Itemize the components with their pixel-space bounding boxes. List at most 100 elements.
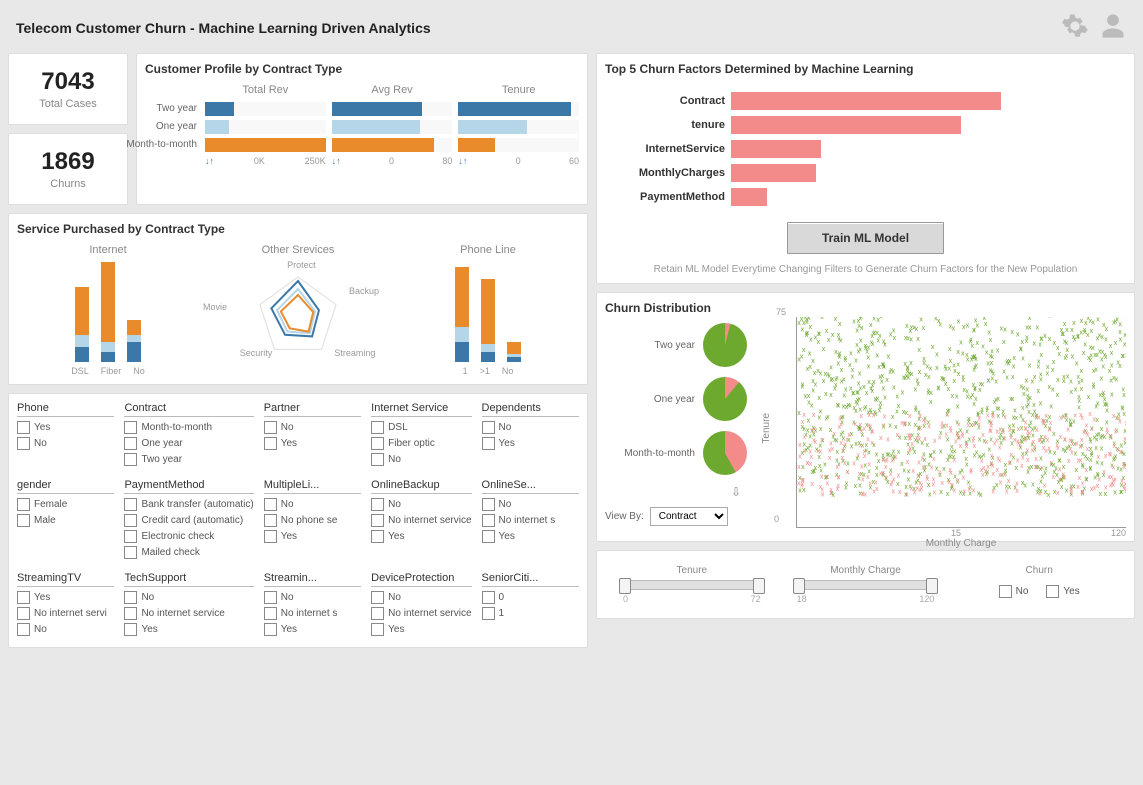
filter-option[interactable]: Month-to-month bbox=[124, 421, 253, 434]
churn-option[interactable]: Yes bbox=[1046, 585, 1079, 598]
filter-option[interactable]: No internet service bbox=[124, 607, 253, 620]
checkbox-icon[interactable] bbox=[371, 530, 384, 543]
filter-option[interactable]: Yes bbox=[17, 421, 114, 434]
filter-option[interactable]: Yes bbox=[482, 437, 579, 450]
checkbox-icon[interactable] bbox=[264, 514, 277, 527]
viewby-select[interactable]: Contract bbox=[650, 507, 728, 526]
filter-option[interactable]: Yes bbox=[264, 530, 361, 543]
filter-option[interactable]: No bbox=[264, 421, 361, 434]
filter-option[interactable]: Credit card (automatic) bbox=[124, 514, 253, 527]
checkbox-icon[interactable] bbox=[124, 453, 137, 466]
checkbox-icon[interactable] bbox=[371, 591, 384, 604]
checkbox-icon[interactable] bbox=[482, 530, 495, 543]
checkbox-icon[interactable] bbox=[17, 591, 30, 604]
filter-option[interactable]: No internet s bbox=[264, 607, 361, 620]
filter-option[interactable]: No bbox=[264, 591, 361, 604]
checkbox-icon[interactable] bbox=[17, 623, 30, 636]
filter-option[interactable]: Yes bbox=[371, 623, 471, 636]
filter-option[interactable]: Yes bbox=[124, 623, 253, 636]
filter-option[interactable]: No internet service bbox=[371, 514, 471, 527]
filter-option[interactable]: No internet s bbox=[482, 514, 579, 527]
filter-option[interactable]: Yes bbox=[371, 530, 471, 543]
filter-option[interactable]: Female bbox=[17, 498, 114, 511]
svg-text:x: x bbox=[840, 367, 844, 374]
checkbox-icon[interactable] bbox=[1046, 585, 1059, 598]
checkbox-icon[interactable] bbox=[17, 607, 30, 620]
checkbox-icon[interactable] bbox=[482, 514, 495, 527]
checkbox-icon[interactable] bbox=[264, 623, 277, 636]
filter-option[interactable]: No bbox=[371, 498, 471, 511]
scatter-tenure-monthly[interactable]: xxxxxxxxxxxxxxxxxxxxxxxxxxxxxxxxxxxxxxxx… bbox=[796, 317, 1126, 528]
checkbox-icon[interactable] bbox=[482, 591, 495, 604]
checkbox-icon[interactable] bbox=[124, 623, 137, 636]
svg-text:x: x bbox=[957, 371, 961, 378]
checkbox-icon[interactable] bbox=[999, 585, 1012, 598]
filter-option[interactable]: Male bbox=[17, 514, 114, 527]
filter-option[interactable]: Yes bbox=[264, 437, 361, 450]
filter-option[interactable]: Fiber optic bbox=[371, 437, 471, 450]
checkbox-icon[interactable] bbox=[371, 514, 384, 527]
filter-option[interactable]: No internet service bbox=[371, 607, 471, 620]
checkbox-icon[interactable] bbox=[482, 498, 495, 511]
train-ml-button[interactable]: Train ML Model bbox=[787, 222, 944, 254]
checkbox-icon[interactable] bbox=[371, 421, 384, 434]
filter-option[interactable]: DSL bbox=[371, 421, 471, 434]
checkbox-icon[interactable] bbox=[124, 421, 137, 434]
checkbox-icon[interactable] bbox=[371, 607, 384, 620]
checkbox-icon[interactable] bbox=[371, 453, 384, 466]
checkbox-icon[interactable] bbox=[17, 421, 30, 434]
checkbox-icon[interactable] bbox=[124, 498, 137, 511]
checkbox-icon[interactable] bbox=[17, 437, 30, 450]
checkbox-icon[interactable] bbox=[124, 530, 137, 543]
checkbox-icon[interactable] bbox=[371, 498, 384, 511]
svg-text:x: x bbox=[1037, 358, 1041, 365]
filter-option[interactable]: No bbox=[371, 591, 471, 604]
settings-icon[interactable] bbox=[1061, 12, 1089, 43]
filter-option[interactable]: No bbox=[482, 421, 579, 434]
filter-option[interactable]: Yes bbox=[264, 623, 361, 636]
checkbox-icon[interactable] bbox=[124, 591, 137, 604]
checkbox-icon[interactable] bbox=[124, 514, 137, 527]
filter-option[interactable]: 0 bbox=[482, 591, 579, 604]
filter-option[interactable]: No bbox=[371, 453, 471, 466]
filter-option[interactable]: No bbox=[264, 498, 361, 511]
checkbox-icon[interactable] bbox=[264, 530, 277, 543]
filter-option[interactable]: Bank transfer (automatic) bbox=[124, 498, 253, 511]
filter-option[interactable]: Two year bbox=[124, 453, 253, 466]
filter-option[interactable]: Mailed check bbox=[124, 546, 253, 559]
checkbox-icon[interactable] bbox=[482, 421, 495, 434]
filter-option[interactable]: 1 bbox=[482, 607, 579, 620]
checkbox-icon[interactable] bbox=[124, 437, 137, 450]
churn-option[interactable]: No bbox=[999, 585, 1029, 598]
checkbox-icon[interactable] bbox=[17, 498, 30, 511]
filter-option[interactable]: No bbox=[124, 591, 253, 604]
filter-option[interactable]: Yes bbox=[17, 591, 114, 604]
svg-text:x: x bbox=[1109, 343, 1113, 350]
filter-option[interactable]: No bbox=[17, 437, 114, 450]
svg-text:x: x bbox=[797, 410, 801, 417]
filter-option[interactable]: No bbox=[17, 623, 114, 636]
checkbox-icon[interactable] bbox=[482, 607, 495, 620]
checkbox-icon[interactable] bbox=[264, 591, 277, 604]
checkbox-icon[interactable] bbox=[264, 437, 277, 450]
checkbox-icon[interactable] bbox=[264, 498, 277, 511]
checkbox-icon[interactable] bbox=[124, 607, 137, 620]
checkbox-icon[interactable] bbox=[264, 607, 277, 620]
filter-option[interactable]: No bbox=[482, 498, 579, 511]
checkbox-icon[interactable] bbox=[371, 437, 384, 450]
checkbox-icon[interactable] bbox=[371, 623, 384, 636]
slider-tenure[interactable] bbox=[623, 580, 761, 590]
filter-option[interactable]: One year bbox=[124, 437, 253, 450]
svg-text:x: x bbox=[990, 354, 994, 361]
filter-option[interactable]: No internet servi bbox=[17, 607, 114, 620]
checkbox-icon[interactable] bbox=[264, 421, 277, 434]
checkbox-icon[interactable] bbox=[124, 546, 137, 559]
filter-option[interactable]: No phone se bbox=[264, 514, 361, 527]
slider-monthly[interactable] bbox=[797, 580, 935, 590]
checkbox-icon[interactable] bbox=[17, 514, 30, 527]
filter-option[interactable]: Electronic check bbox=[124, 530, 253, 543]
filter-option[interactable]: Yes bbox=[482, 530, 579, 543]
profile-icon[interactable] bbox=[1099, 12, 1127, 43]
checkbox-icon[interactable] bbox=[482, 437, 495, 450]
expand-icon[interactable]: ⇩ bbox=[605, 485, 741, 499]
